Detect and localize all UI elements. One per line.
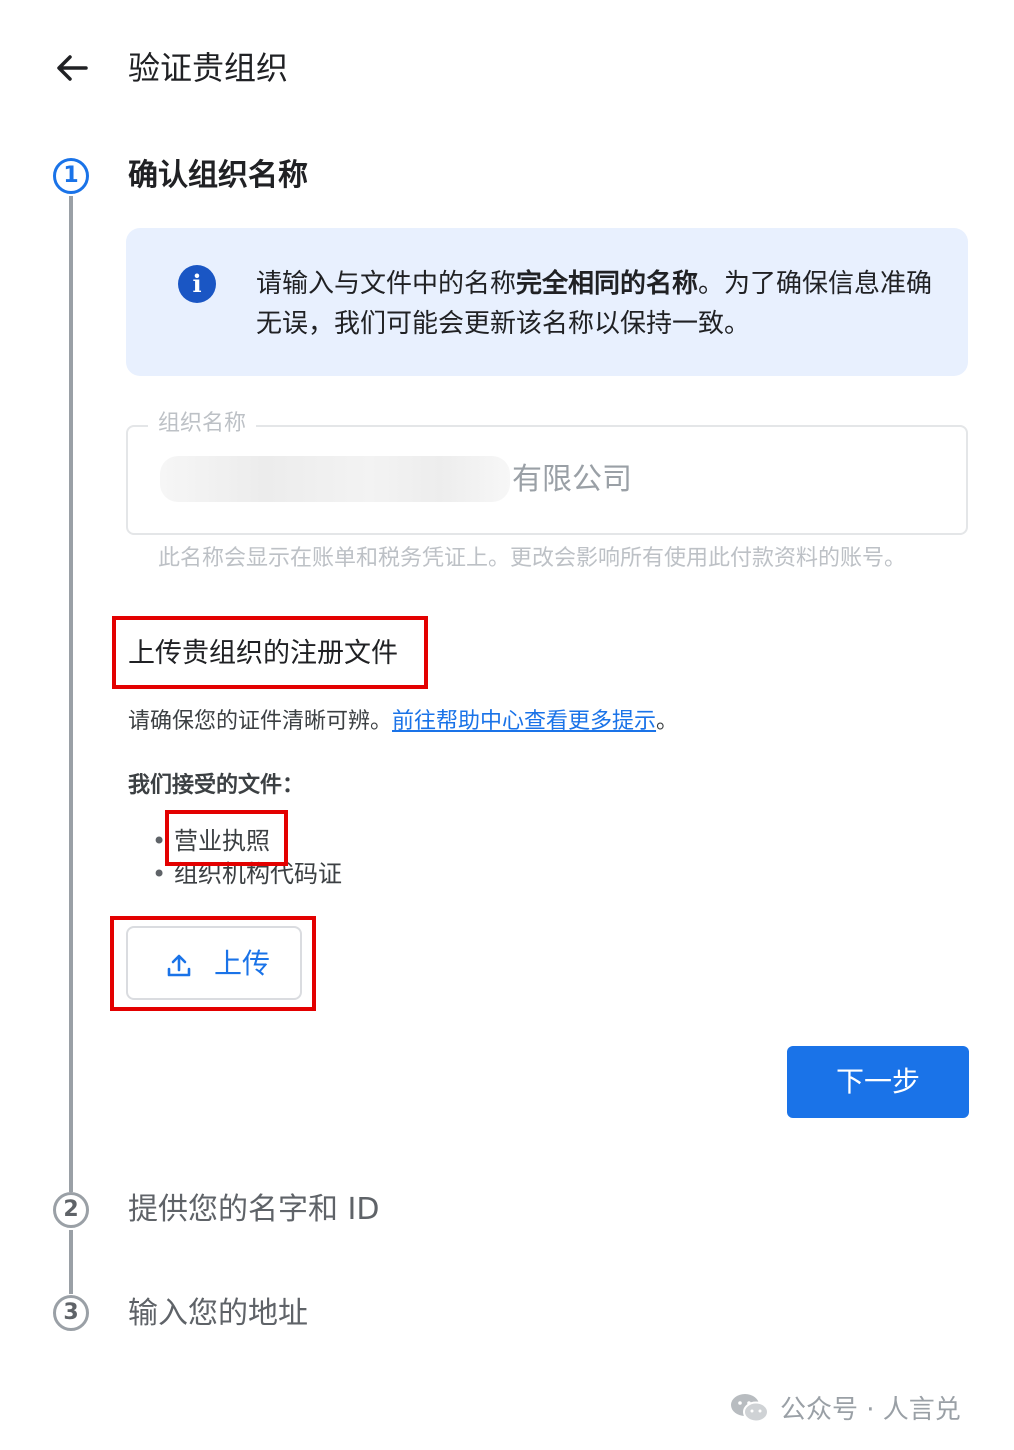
info-icon: i [178, 265, 216, 303]
step-2-indicator: 2 [53, 1192, 89, 1228]
highlight-box [110, 916, 316, 1011]
org-name-helper-text: 此名称会显示在账单和税务凭证上。更改会影响所有使用此付款资料的账号。 [158, 546, 907, 571]
upload-hint: 请确保您的证件清晰可辨。前往帮助中心查看更多提示。 [128, 705, 678, 739]
info-text-start: 请输入与文件中的名称 [256, 269, 517, 299]
page-title: 验证贵组织 [128, 49, 289, 87]
upload-hint-text: 请确保您的证件清晰可辨。 [128, 709, 393, 734]
help-center-link[interactable]: 前往帮助中心查看更多提示 [392, 709, 656, 734]
step-2-title[interactable]: 提供您的名字和 ID [128, 1190, 379, 1230]
wechat-icon [731, 1394, 769, 1423]
step-3-indicator: 3 [53, 1295, 89, 1331]
org-name-label: 组织名称 [148, 408, 257, 440]
info-message: 请输入与文件中的名称完全相同的名称。为了确保信息准确无误，我们可能会更新该名称以… [256, 264, 936, 344]
step-1-indicator: 1 [53, 158, 89, 194]
org-name-value: 有限公司 [512, 462, 632, 497]
step-3-title[interactable]: 输入您的地址 [128, 1294, 308, 1334]
redacted-org-name [160, 456, 510, 502]
stepper-line [69, 196, 73, 1192]
accepted-docs-title: 我们接受的文件： [128, 773, 305, 798]
info-card: i 请输入与文件中的名称完全相同的名称。为了确保信息准确无误，我们可能会更新该名… [126, 228, 968, 376]
upload-hint-end: 。 [656, 709, 679, 734]
step-1-title: 确认组织名称 [128, 158, 308, 193]
next-button[interactable]: 下一步 [787, 1046, 969, 1118]
stepper-line [69, 1230, 73, 1294]
highlight-box [112, 616, 428, 689]
arrow-left-icon [57, 55, 88, 81]
info-text-emphasis: 完全相同的名称 [516, 269, 699, 299]
back-button[interactable] [50, 46, 94, 90]
highlight-box [165, 810, 288, 866]
watermark-text: 公众号 · 人言兑 [780, 1395, 961, 1425]
